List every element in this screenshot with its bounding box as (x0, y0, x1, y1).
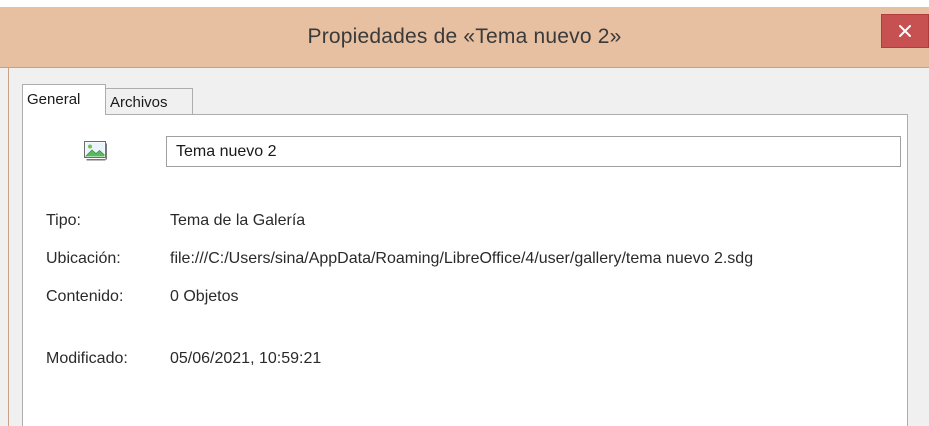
properties-dialog: Propiedades de «Tema nuevo 2» General Ar… (0, 0, 929, 426)
title-bar[interactable]: Propiedades de «Tema nuevo 2» (0, 0, 929, 68)
tab-general[interactable]: General (22, 84, 106, 115)
tipo-value: Tema de la Galería (170, 212, 306, 229)
dialog-title: Propiedades de «Tema nuevo 2» (307, 25, 622, 48)
tab-archivos[interactable]: Archivos (106, 88, 193, 115)
contenido-value: 0 Objetos (170, 288, 239, 305)
ubicacion-value: file:///C:/Users/sina/AppData/Roaming/Li… (170, 250, 754, 267)
close-icon (899, 25, 911, 37)
contenido-label: Contenido: (46, 288, 124, 305)
modificado-value: 05/06/2021, 10:59:21 (170, 350, 322, 367)
theme-name-input[interactable] (166, 136, 901, 167)
tab-bar: General Archivos (22, 84, 193, 115)
ubicacion-label: Ubicación: (46, 250, 121, 267)
modificado-label: Modificado: (46, 350, 128, 367)
title-bar-top-edge (0, 0, 929, 7)
close-button[interactable] (881, 14, 929, 48)
gallery-theme-icon (84, 141, 107, 161)
tipo-label: Tipo: (46, 212, 81, 229)
